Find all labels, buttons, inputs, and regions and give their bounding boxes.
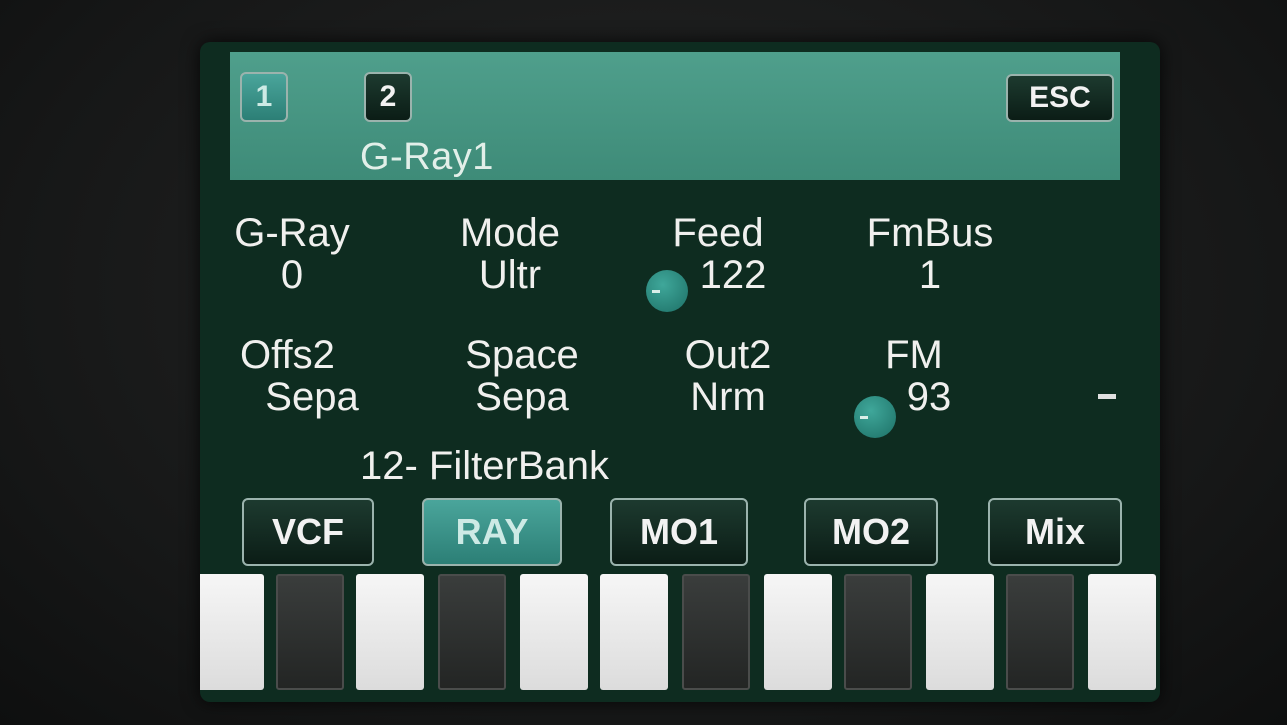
preset-name: 12- FilterBank	[360, 444, 609, 488]
param-space[interactable]: Space Sepa	[432, 334, 612, 418]
piano-key-white[interactable]	[600, 574, 668, 690]
param-label: G-Ray	[234, 211, 350, 255]
param-offs2[interactable]: Offs2 Sepa	[222, 334, 402, 418]
tab-vcf[interactable]: VCF	[242, 498, 374, 566]
param-value: 93	[906, 375, 952, 419]
fm-knob-icon[interactable]	[854, 396, 896, 438]
param-value: 1	[918, 253, 942, 297]
param-out2[interactable]: Out2 Nrm	[638, 334, 818, 418]
param-label: FM	[885, 333, 943, 377]
param-value: Sepa	[265, 375, 359, 419]
piano-key-white[interactable]	[356, 574, 424, 690]
param-fmbus[interactable]: FmBus 1	[840, 212, 1020, 296]
param-label: Mode	[459, 211, 561, 255]
param-mode[interactable]: Mode Ultr	[420, 212, 600, 296]
piano-key-white[interactable]	[200, 574, 264, 690]
param-label: Feed	[672, 211, 764, 255]
param-label: Out2	[684, 333, 772, 377]
param-label: Space	[465, 333, 579, 377]
param-label: Offs2	[240, 333, 335, 377]
piano-key-black[interactable]	[438, 574, 506, 690]
tab-ray[interactable]: RAY	[422, 498, 562, 566]
scroll-indicator	[1098, 394, 1116, 399]
param-fm[interactable]: FM 93	[824, 334, 1004, 418]
piano-key-black[interactable]	[682, 574, 750, 690]
page-1-button[interactable]: 1	[240, 72, 288, 122]
piano-key-black[interactable]	[276, 574, 344, 690]
param-label: FmBus	[866, 211, 994, 255]
header-bar: 1 2 ESC G-Ray1	[230, 52, 1120, 180]
lcd-screen: 1 2 ESC G-Ray1 G-Ray 0 Mode Ultr Feed 12…	[200, 42, 1160, 702]
param-g-ray[interactable]: G-Ray 0	[202, 212, 382, 296]
piano-key-black[interactable]	[1006, 574, 1074, 690]
page-2-button[interactable]: 2	[364, 72, 412, 122]
esc-button[interactable]: ESC	[1006, 74, 1114, 122]
param-value: Sepa	[475, 375, 569, 419]
feed-knob-icon[interactable]	[646, 270, 688, 312]
piano-key-white[interactable]	[520, 574, 588, 690]
param-value: Nrm	[690, 375, 766, 419]
param-value: Ultr	[478, 253, 542, 297]
tab-mo1[interactable]: MO1	[610, 498, 748, 566]
piano-key-black[interactable]	[844, 574, 912, 690]
piano-key-white[interactable]	[1088, 574, 1156, 690]
page-title: G-Ray1	[360, 136, 494, 178]
piano-key-white[interactable]	[764, 574, 832, 690]
tab-mo2[interactable]: MO2	[804, 498, 938, 566]
param-value: 0	[280, 253, 304, 297]
tab-mix[interactable]: Mix	[988, 498, 1122, 566]
piano-key-white[interactable]	[926, 574, 994, 690]
